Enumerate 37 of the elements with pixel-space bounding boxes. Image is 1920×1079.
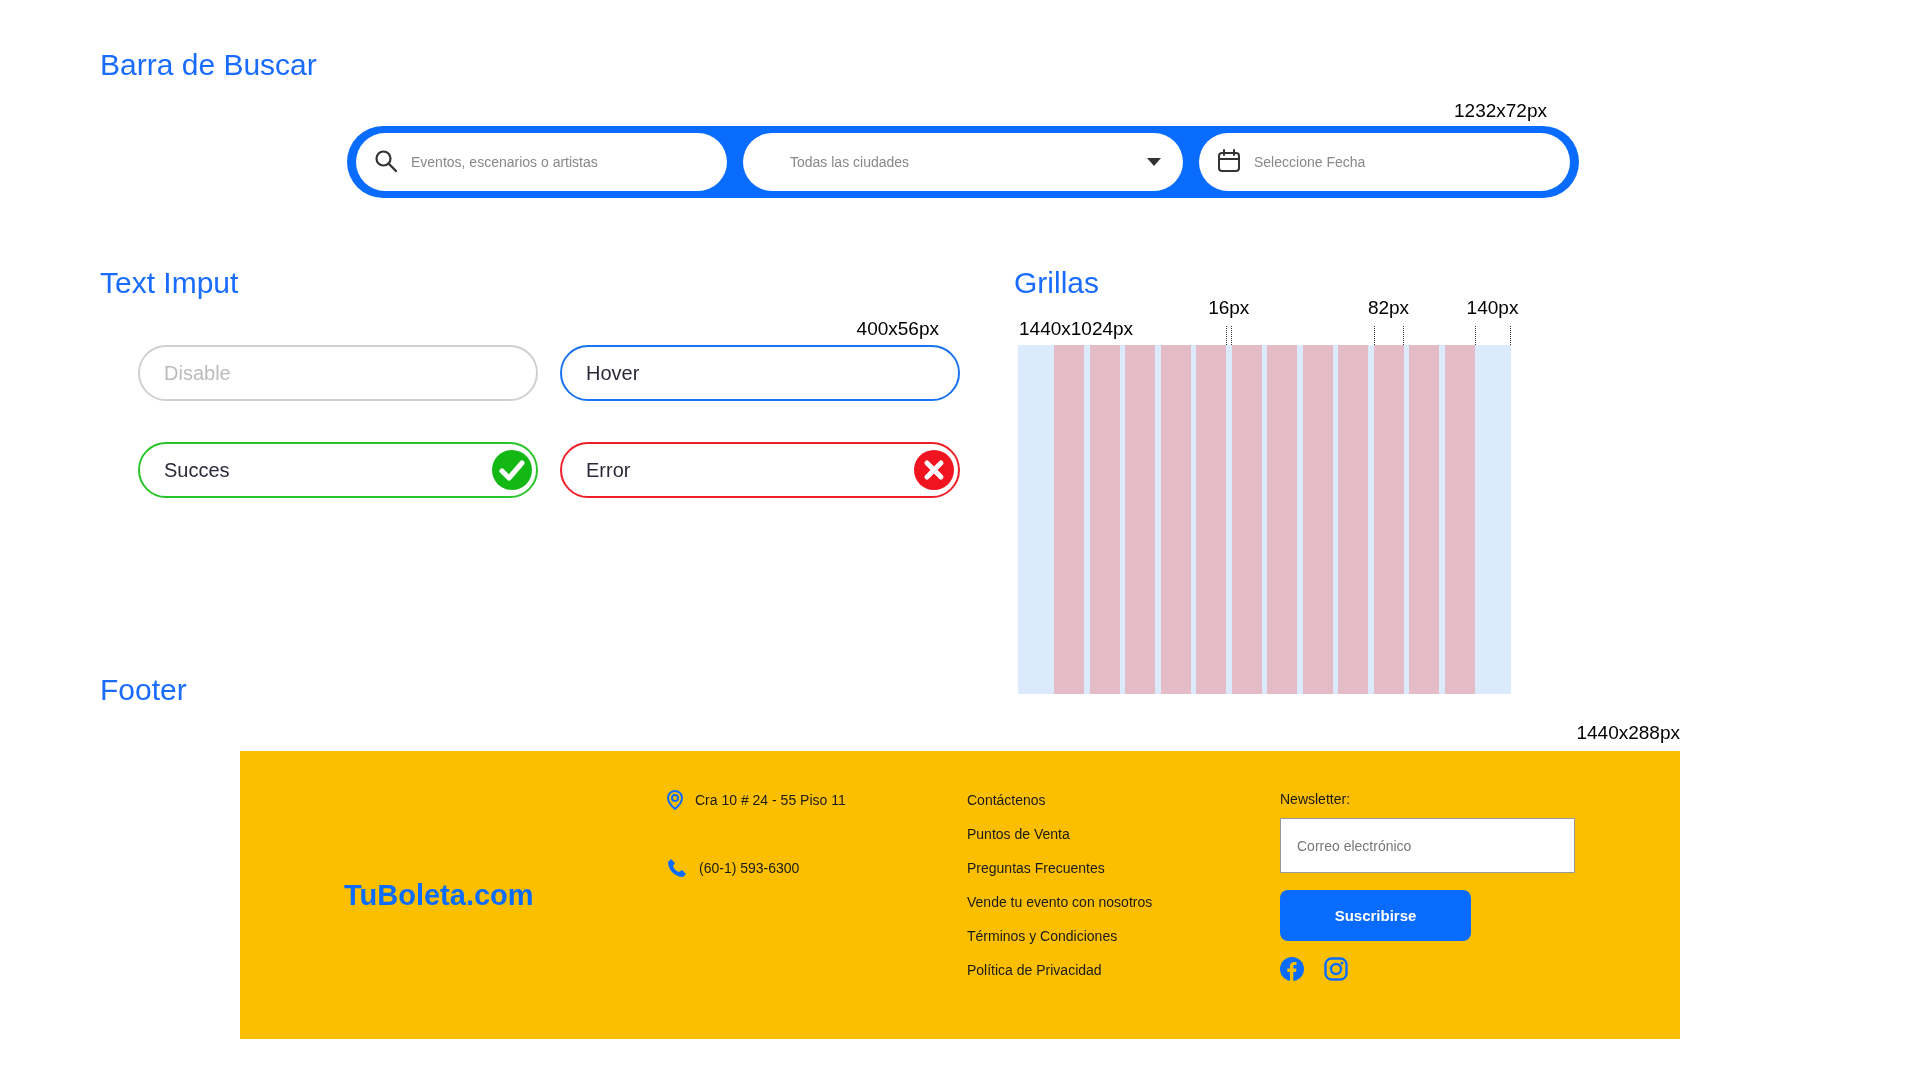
footer-link[interactable]: Términos y Condiciones (967, 928, 1118, 945)
size-label: 1232x72px (1454, 100, 1547, 122)
footer-link[interactable]: Vende tu evento con nosotros (967, 894, 1153, 911)
footer-link[interactable]: Política de Privacidad (967, 962, 1102, 979)
contact-text: Cra 10 # 24 - 55 Piso 11 (695, 792, 846, 808)
email-field[interactable]: Correo electrónico (1280, 818, 1575, 873)
size-label: 400x56px (856, 318, 939, 340)
measure-label: 16px (1208, 297, 1250, 319)
size-label: 1440x288px (1576, 722, 1680, 744)
city-dropdown[interactable]: Todas las ciudades (743, 133, 1183, 191)
text-input[interactable]: Hover (560, 345, 960, 401)
facebook-icon[interactable] (1280, 957, 1304, 981)
footer-link[interactable]: Contáctenos (967, 792, 1046, 809)
measure-label: 82px (1367, 297, 1410, 319)
measure-label: 140px (1466, 297, 1519, 319)
section-heading: Grillas (1014, 265, 1099, 301)
phone-icon (667, 858, 687, 878)
search-icon (374, 149, 398, 173)
section-heading: Barra de Buscar (100, 47, 317, 83)
dropdown-caret-icon (1147, 158, 1161, 166)
footer-link[interactable]: Puntos de Venta (967, 826, 1070, 843)
error-icon (914, 450, 954, 490)
newsletter-label: Newsletter: (1280, 790, 1351, 809)
subscribe-button[interactable]: Suscribirse (1280, 890, 1471, 941)
instagram-icon[interactable] (1324, 957, 1348, 981)
section-heading: Text Imput (100, 265, 239, 301)
text-input[interactable]: Succes (138, 442, 538, 498)
footer-link[interactable]: Preguntas Frecuentes (967, 860, 1105, 877)
section-heading: Footer (100, 672, 187, 708)
check-icon (492, 450, 532, 490)
contact-text: (60-1) 593-6300 (699, 860, 800, 876)
search-field[interactable]: Eventos, escenarios o artistas (356, 133, 727, 191)
calendar-icon (1217, 149, 1241, 173)
text-input[interactable]: Error (560, 442, 960, 498)
size-label: 1440x1024px (1019, 318, 1134, 340)
location-pin-icon (667, 790, 683, 810)
date-field[interactable]: Seleccione Fecha (1199, 133, 1570, 191)
